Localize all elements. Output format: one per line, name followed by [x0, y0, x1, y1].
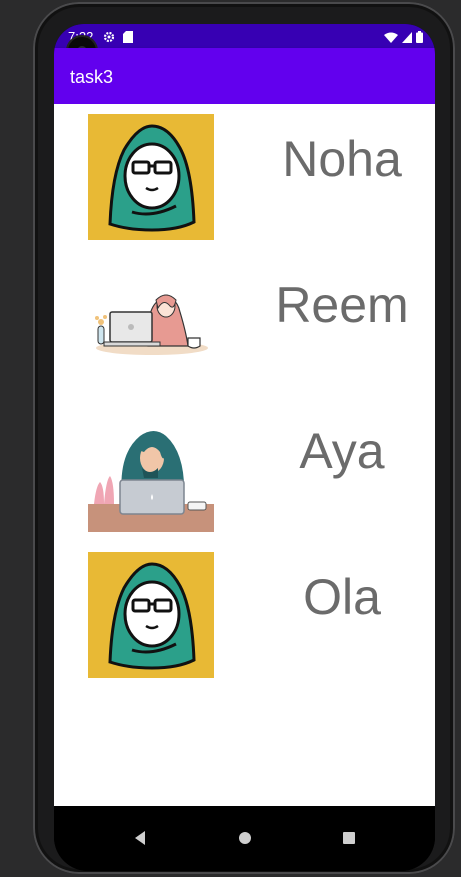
- status-bar: 7:22: [54, 24, 435, 48]
- list-item[interactable]: Reem: [54, 250, 435, 386]
- wifi-icon: [384, 30, 398, 48]
- signal-icon: [402, 30, 412, 48]
- sd-card-icon: [123, 30, 133, 48]
- settings-icon: [103, 30, 115, 48]
- contact-name: Noha: [282, 131, 402, 187]
- recents-icon[interactable]: [335, 824, 363, 852]
- contact-name: Aya: [299, 423, 385, 479]
- contact-list: Noha Reem Aya Ola: [54, 104, 435, 806]
- app-bar: task3: [54, 48, 435, 104]
- woman-laptop-icon: [88, 260, 214, 386]
- contact-name: Ola: [303, 569, 381, 625]
- list-item[interactable]: Aya: [54, 396, 435, 532]
- navigation-bar: [54, 806, 435, 871]
- contact-name: Reem: [275, 277, 409, 333]
- woman-laptop-desk-icon: [88, 406, 214, 532]
- device-screen: 7:22 task3: [54, 24, 435, 871]
- list-item[interactable]: Ola: [54, 542, 435, 678]
- battery-icon: [416, 30, 423, 48]
- hijab-avatar-icon: [88, 114, 214, 240]
- back-icon[interactable]: [126, 824, 154, 852]
- home-icon[interactable]: [231, 824, 259, 852]
- list-item[interactable]: Noha: [54, 104, 435, 240]
- hijab-avatar-icon: [88, 552, 214, 678]
- app-title: task3: [70, 67, 114, 87]
